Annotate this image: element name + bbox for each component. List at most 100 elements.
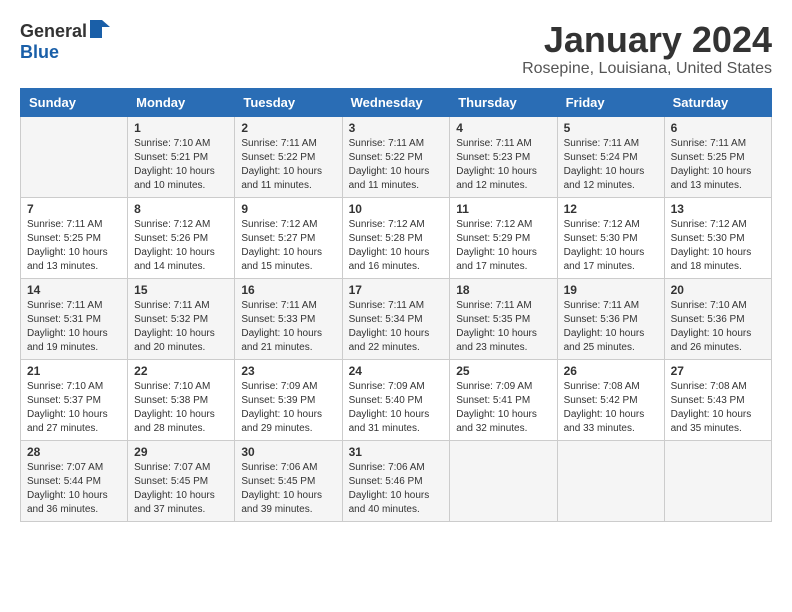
day-info: Sunrise: 7:07 AMSunset: 5:44 PMDaylight:… (27, 461, 121, 517)
day-number: 14 (27, 283, 121, 297)
day-info: Sunrise: 7:09 AMSunset: 5:40 PMDaylight:… (349, 380, 444, 436)
day-info: Sunrise: 7:11 AMSunset: 5:22 PMDaylight:… (241, 137, 335, 193)
day-info: Sunrise: 7:11 AMSunset: 5:36 PMDaylight:… (564, 299, 658, 355)
day-number: 25 (456, 364, 550, 378)
day-info: Sunrise: 7:07 AMSunset: 5:45 PMDaylight:… (134, 461, 228, 517)
calendar-cell: 6Sunrise: 7:11 AMSunset: 5:25 PMDaylight… (664, 116, 771, 197)
day-info: Sunrise: 7:11 AMSunset: 5:24 PMDaylight:… (564, 137, 658, 193)
day-number: 26 (564, 364, 658, 378)
weekday-header: Sunday (21, 88, 128, 116)
day-number: 29 (134, 445, 228, 459)
day-info: Sunrise: 7:11 AMSunset: 5:23 PMDaylight:… (456, 137, 550, 193)
calendar-cell: 14 Sunrise: 7:11 AMSunset: 5:31 PMDayligh… (21, 278, 128, 359)
day-number: 8 (134, 202, 228, 216)
day-info: Sunrise: 7:11 AMSunset: 5:35 PMDaylight:… (456, 299, 550, 355)
page-header: General Blue January 2024 Rosepine, Loui… (20, 20, 772, 78)
day-info: Sunrise: 7:10 AMSunset: 5:36 PMDaylight:… (671, 299, 765, 355)
calendar-cell: 26 Sunrise: 7:08 AMSunset: 5:42 PMDayligh… (557, 359, 664, 440)
calendar-cell (664, 440, 771, 521)
day-info: Sunrise: 7:09 AMSunset: 5:39 PMDaylight:… (241, 380, 335, 436)
day-number: 9 (241, 202, 335, 216)
calendar-cell: 17 Sunrise: 7:11 AMSunset: 5:34 PMDayligh… (342, 278, 450, 359)
day-info: Sunrise: 7:06 AMSunset: 5:45 PMDaylight:… (241, 461, 335, 517)
day-info: Sunrise: 7:10 AMSunset: 5:38 PMDaylight:… (134, 380, 228, 436)
day-number: 24 (349, 364, 444, 378)
calendar-cell: 27 Sunrise: 7:08 AMSunset: 5:43 PMDayligh… (664, 359, 771, 440)
calendar-cell: 30Sunrise: 7:06 AMSunset: 5:45 PMDayligh… (235, 440, 342, 521)
day-number: 31 (349, 445, 444, 459)
calendar-week-row: 7Sunrise: 7:11 AMSunset: 5:25 PMDaylight… (21, 197, 772, 278)
day-info: Sunrise: 7:11 AMSunset: 5:32 PMDaylight:… (134, 299, 228, 355)
calendar-cell: 22 Sunrise: 7:10 AMSunset: 5:38 PMDayligh… (128, 359, 235, 440)
calendar-week-row: 21Sunrise: 7:10 AMSunset: 5:37 PMDayligh… (21, 359, 772, 440)
calendar-cell (557, 440, 664, 521)
day-info: Sunrise: 7:11 AMSunset: 5:34 PMDaylight:… (349, 299, 444, 355)
day-number: 15 (134, 283, 228, 297)
location-title: Rosepine, Louisiana, United States (522, 60, 772, 78)
calendar-cell: 1Sunrise: 7:10 AMSunset: 5:21 PMDaylight… (128, 116, 235, 197)
day-number: 10 (349, 202, 444, 216)
day-number: 18 (456, 283, 550, 297)
day-number: 11 (456, 202, 550, 216)
day-info: Sunrise: 7:12 AMSunset: 5:30 PMDaylight:… (564, 218, 658, 274)
day-info: Sunrise: 7:12 AMSunset: 5:28 PMDaylight:… (349, 218, 444, 274)
calendar-cell: 23 Sunrise: 7:09 AMSunset: 5:39 PMDayligh… (235, 359, 342, 440)
weekday-header: Tuesday (235, 88, 342, 116)
calendar-table: SundayMondayTuesdayWednesdayThursdayFrid… (20, 88, 772, 522)
title-area: January 2024 Rosepine, Louisiana, United… (522, 20, 772, 78)
day-info: Sunrise: 7:12 AMSunset: 5:29 PMDaylight:… (456, 218, 550, 274)
calendar-week-row: 14 Sunrise: 7:11 AMSunset: 5:31 PMDayligh… (21, 278, 772, 359)
calendar-week-row: 28Sunrise: 7:07 AMSunset: 5:44 PMDayligh… (21, 440, 772, 521)
calendar-cell: 2 Sunrise: 7:11 AMSunset: 5:22 PMDaylight… (235, 116, 342, 197)
calendar-cell: 3 Sunrise: 7:11 AMSunset: 5:22 PMDaylight… (342, 116, 450, 197)
month-title: January 2024 (522, 20, 772, 60)
day-number: 19 (564, 283, 658, 297)
day-number: 4 (456, 121, 550, 135)
day-number: 17 (349, 283, 444, 297)
calendar-cell: 15 Sunrise: 7:11 AMSunset: 5:32 PMDayligh… (128, 278, 235, 359)
day-info: Sunrise: 7:11 AMSunset: 5:22 PMDaylight:… (349, 137, 444, 193)
calendar-cell: 9 Sunrise: 7:12 AMSunset: 5:27 PMDaylight… (235, 197, 342, 278)
calendar-cell: 21Sunrise: 7:10 AMSunset: 5:37 PMDayligh… (21, 359, 128, 440)
calendar-cell: 13 Sunrise: 7:12 AMSunset: 5:30 PMDayligh… (664, 197, 771, 278)
calendar-week-row: 1Sunrise: 7:10 AMSunset: 5:21 PMDaylight… (21, 116, 772, 197)
day-number: 27 (671, 364, 765, 378)
day-number: 20 (671, 283, 765, 297)
calendar-cell: 19 Sunrise: 7:11 AMSunset: 5:36 PMDayligh… (557, 278, 664, 359)
day-number: 23 (241, 364, 335, 378)
day-number: 22 (134, 364, 228, 378)
day-info: Sunrise: 7:11 AMSunset: 5:31 PMDaylight:… (27, 299, 121, 355)
day-number: 2 (241, 121, 335, 135)
calendar-cell (450, 440, 557, 521)
calendar-cell: 24 Sunrise: 7:09 AMSunset: 5:40 PMDayligh… (342, 359, 450, 440)
weekday-header: Thursday (450, 88, 557, 116)
calendar-cell: 12Sunrise: 7:12 AMSunset: 5:30 PMDayligh… (557, 197, 664, 278)
day-info: Sunrise: 7:11 AMSunset: 5:25 PMDaylight:… (671, 137, 765, 193)
calendar-cell: 4 Sunrise: 7:11 AMSunset: 5:23 PMDaylight… (450, 116, 557, 197)
day-info: Sunrise: 7:08 AMSunset: 5:43 PMDaylight:… (671, 380, 765, 436)
calendar-cell: 29 Sunrise: 7:07 AMSunset: 5:45 PMDayligh… (128, 440, 235, 521)
day-number: 7 (27, 202, 121, 216)
day-number: 16 (241, 283, 335, 297)
day-number: 1 (134, 121, 228, 135)
logo-icon (90, 20, 110, 43)
day-info: Sunrise: 7:11 AMSunset: 5:33 PMDaylight:… (241, 299, 335, 355)
weekday-header: Monday (128, 88, 235, 116)
weekday-header: Wednesday (342, 88, 450, 116)
calendar-cell: 8Sunrise: 7:12 AMSunset: 5:26 PMDaylight… (128, 197, 235, 278)
logo-blue: Blue (20, 43, 59, 63)
day-info: Sunrise: 7:12 AMSunset: 5:27 PMDaylight:… (241, 218, 335, 274)
day-info: Sunrise: 7:06 AMSunset: 5:46 PMDaylight:… (349, 461, 444, 517)
calendar-cell: 20 Sunrise: 7:10 AMSunset: 5:36 PMDayligh… (664, 278, 771, 359)
day-number: 13 (671, 202, 765, 216)
day-info: Sunrise: 7:12 AMSunset: 5:30 PMDaylight:… (671, 218, 765, 274)
day-info: Sunrise: 7:08 AMSunset: 5:42 PMDaylight:… (564, 380, 658, 436)
calendar-cell: 31 Sunrise: 7:06 AMSunset: 5:46 PMDayligh… (342, 440, 450, 521)
calendar-cell: 7Sunrise: 7:11 AMSunset: 5:25 PMDaylight… (21, 197, 128, 278)
logo: General Blue (20, 20, 110, 63)
day-info: Sunrise: 7:10 AMSunset: 5:37 PMDaylight:… (27, 380, 121, 436)
calendar-cell: 28Sunrise: 7:07 AMSunset: 5:44 PMDayligh… (21, 440, 128, 521)
logo-general: General (20, 22, 87, 42)
day-number: 3 (349, 121, 444, 135)
calendar-cell: 25Sunrise: 7:09 AMSunset: 5:41 PMDayligh… (450, 359, 557, 440)
